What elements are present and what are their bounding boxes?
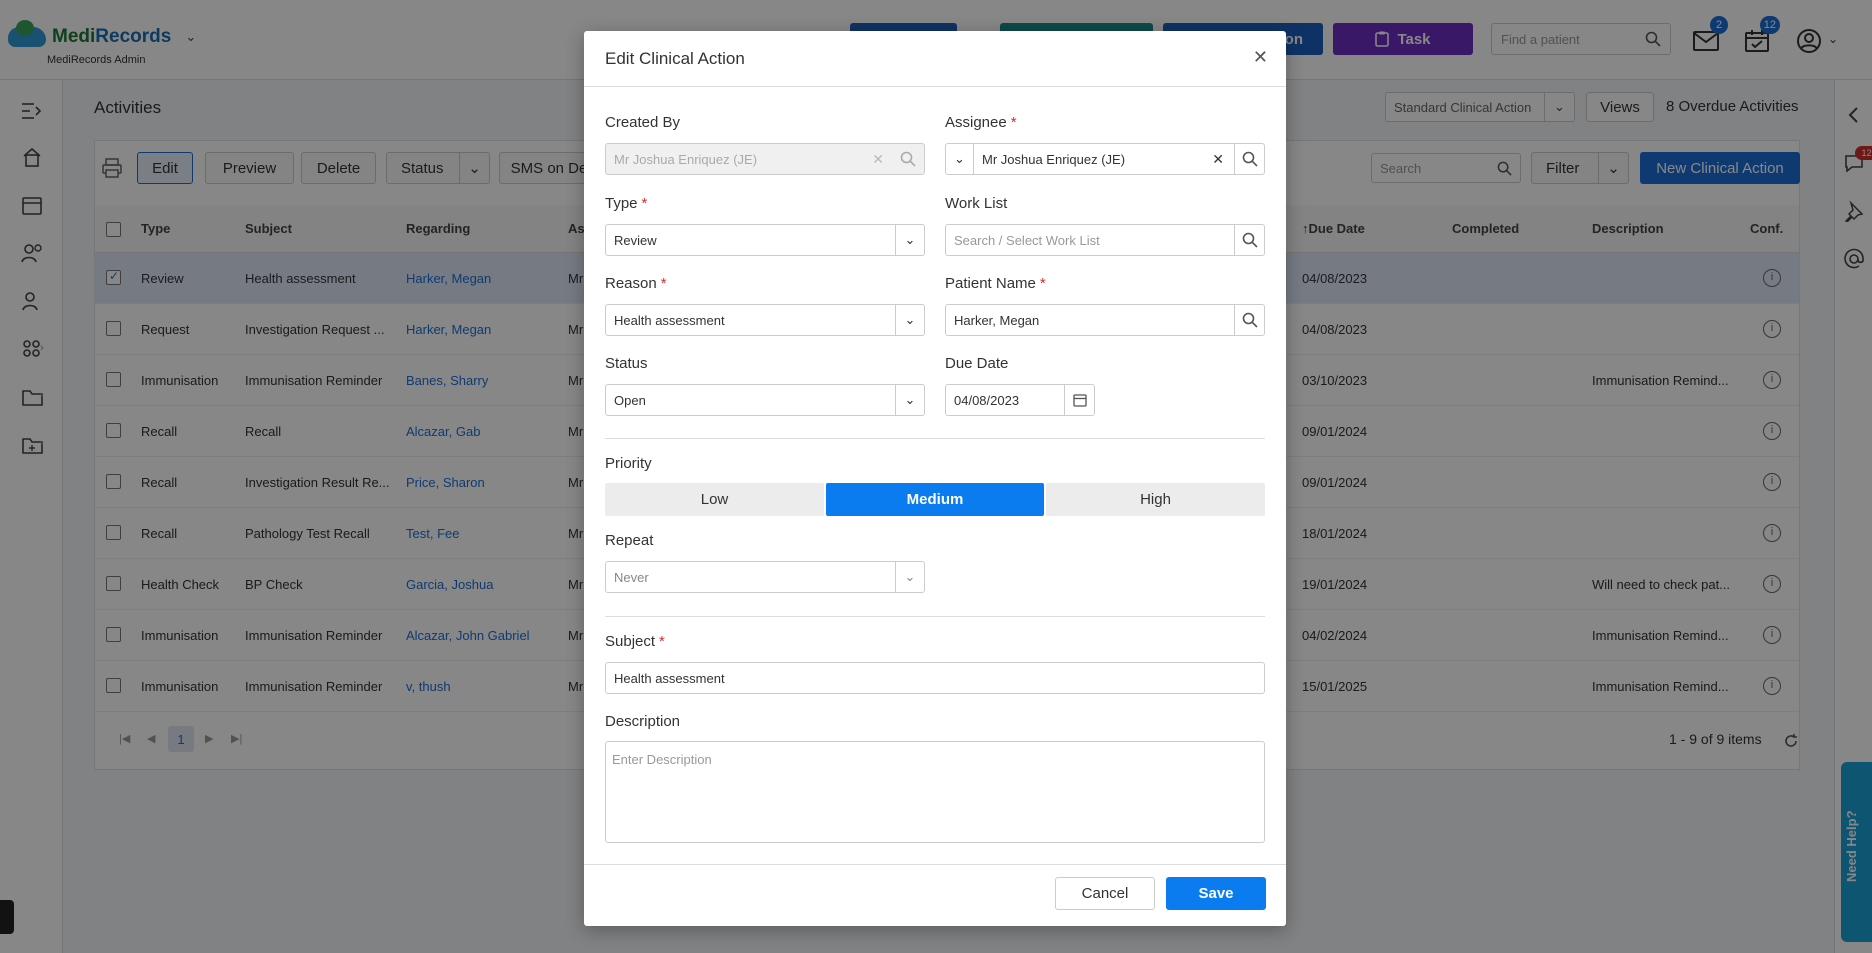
worklist-input[interactable]: Search / Select Work List bbox=[945, 224, 1265, 256]
search-icon[interactable] bbox=[1234, 225, 1264, 255]
clear-assignee-icon[interactable]: ✕ bbox=[1212, 151, 1224, 168]
save-button[interactable]: Save bbox=[1166, 877, 1266, 910]
priority-medium-button[interactable]: Medium bbox=[826, 483, 1044, 516]
chevron-down-icon: ⌄ bbox=[895, 305, 924, 335]
clear-icon: ✕ bbox=[872, 150, 884, 167]
cancel-button[interactable]: Cancel bbox=[1055, 877, 1155, 910]
due-date-label: Due Date bbox=[945, 355, 1009, 372]
status-label: Status bbox=[605, 355, 648, 372]
description-textarea[interactable]: Enter Description bbox=[605, 741, 1265, 843]
created-by-label: Created By bbox=[605, 114, 681, 131]
repeat-label: Repeat bbox=[605, 532, 654, 549]
divider bbox=[605, 438, 1265, 439]
search-icon[interactable] bbox=[1234, 305, 1264, 335]
calendar-icon[interactable] bbox=[1064, 385, 1094, 415]
dialog-title: Edit Clinical Action bbox=[605, 49, 745, 68]
priority-low-button[interactable]: Low bbox=[605, 483, 824, 516]
assignee-label: Assignee * bbox=[945, 114, 1017, 131]
priority-label: Priority bbox=[605, 455, 652, 472]
worklist-label: Work List bbox=[945, 195, 1008, 212]
due-date-input[interactable]: 04/08/2023 bbox=[945, 384, 1095, 416]
edit-clinical-action-dialog: Edit Clinical Action ✕ Created By Mr Jos… bbox=[584, 31, 1286, 926]
patient-name-input[interactable]: Harker, Megan bbox=[945, 304, 1265, 336]
patient-name-label: Patient Name * bbox=[945, 275, 1046, 292]
search-icon[interactable] bbox=[1234, 144, 1264, 174]
reason-select[interactable]: Health assessment ⌄ bbox=[605, 304, 925, 336]
created-by-field: Mr Joshua Enriquez (JE) ✕ bbox=[605, 143, 925, 175]
type-select[interactable]: Review ⌄ bbox=[605, 224, 925, 256]
dialog-header: Edit Clinical Action ✕ bbox=[584, 31, 1286, 87]
assignee-field[interactable]: ⌄ Mr Joshua Enriquez (JE) ✕ bbox=[945, 143, 1265, 175]
subject-input[interactable]: Health assessment bbox=[605, 662, 1265, 694]
status-select[interactable]: Open ⌄ bbox=[605, 384, 925, 416]
repeat-select[interactable]: Never ⌄ bbox=[605, 561, 925, 593]
type-label: Type * bbox=[605, 195, 648, 212]
search-icon bbox=[900, 151, 916, 167]
chevron-down-icon[interactable]: ⌄ bbox=[946, 144, 974, 174]
chevron-down-icon: ⌄ bbox=[895, 562, 924, 592]
chevron-down-icon: ⌄ bbox=[895, 385, 924, 415]
dialog-footer: Cancel Save bbox=[584, 864, 1286, 926]
priority-high-button[interactable]: High bbox=[1046, 483, 1265, 516]
divider bbox=[605, 616, 1265, 617]
subject-label: Subject * bbox=[605, 633, 665, 650]
chevron-down-icon: ⌄ bbox=[895, 225, 924, 255]
close-icon[interactable]: ✕ bbox=[1253, 47, 1268, 68]
reason-label: Reason * bbox=[605, 275, 667, 292]
description-label: Description bbox=[605, 713, 681, 730]
